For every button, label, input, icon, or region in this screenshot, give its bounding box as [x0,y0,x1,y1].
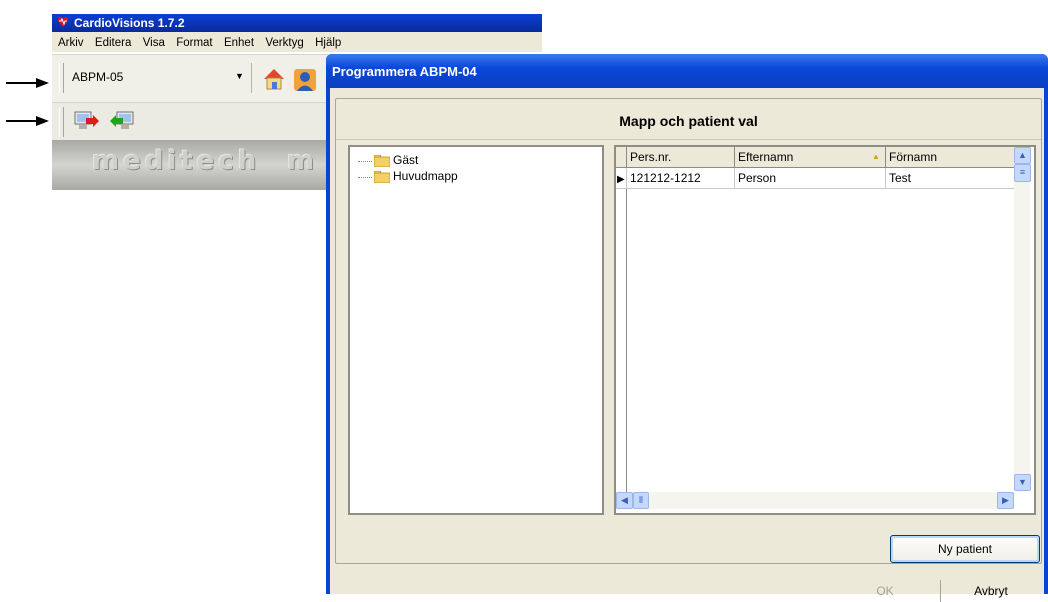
menu-arkiv[interactable]: Arkiv [52,32,88,54]
device-select-value: ABPM-05 [72,70,124,84]
meditech-logo-partial: m [287,146,319,176]
new-patient-button[interactable]: Ny patient [890,535,1040,563]
grid-corner [616,147,627,168]
scroll-up-icon[interactable]: ▲ [1014,147,1031,164]
heart-app-icon [57,17,69,27]
chevron-down-icon: ▼ [235,71,244,81]
folder-icon [374,155,390,167]
row-header [616,147,627,492]
column-header-efternamn[interactable]: Efternamn ▲ [735,147,886,168]
send-to-device-icon[interactable] [74,110,100,134]
column-header-fornamn[interactable]: Förnamn [886,147,1015,168]
cell-efternamn[interactable]: Person [735,168,886,189]
sort-ascending-icon: ▲ [872,152,880,161]
patient-grid: Pers.nr. Efternamn ▲ Förnamn ▶ 121212-12… [614,145,1036,515]
tree-item-label: Huvudmapp [393,169,458,183]
app-title: CardioVisions 1.7.2 [74,16,185,30]
receive-from-device-icon[interactable] [109,110,135,134]
cell-fornamn[interactable]: Test [886,168,1015,189]
menubar: Arkiv Editera Visa Format Enhet Verktyg … [52,32,542,52]
program-dialog: Programmera ABPM-04 Mapp och patient val… [326,54,1048,602]
row-indicator-icon: ▶ [616,168,627,189]
scroll-thumb[interactable]: ⦀ [633,492,649,509]
menu-editera[interactable]: Editera [91,32,135,54]
menu-format[interactable]: Format [172,32,216,54]
meditech-logo: meditech [92,146,261,176]
dialog-body: Mapp och patient val Gäst Huvudmapp Pers… [330,88,1044,602]
folder-icon [374,171,390,183]
arrow-right-icon [6,116,49,126]
cancel-button[interactable]: Avbryt [940,580,1041,602]
menu-visa[interactable]: Visa [139,32,169,54]
folder-tree[interactable]: Gäst Huvudmapp [348,145,604,515]
cell-pers-nr[interactable]: 121212-1212 [627,168,735,189]
toolbar-separator [251,63,252,93]
toolbar-grip[interactable] [59,107,64,137]
vertical-scrollbar[interactable]: ▲ ≡ ▼ [1014,147,1031,491]
patient-icon[interactable] [292,67,318,93]
tree-item-label: Gäst [393,153,419,167]
panel-heading: Mapp och patient val [336,99,1041,140]
dialog-button-bar: OK Avbryt [330,564,1044,602]
menu-verktyg[interactable]: Verktyg [261,32,307,54]
dialog-titlebar[interactable]: Programmera ABPM-04 [326,54,1048,88]
scroll-down-icon[interactable]: ▼ [1014,474,1031,491]
column-header-pers-nr[interactable]: Pers.nr. [627,147,735,168]
arrow-right-icon [6,78,49,88]
ok-button[interactable]: OK [840,580,930,602]
device-select[interactable]: ABPM-05 ▼ [66,62,246,92]
scroll-thumb[interactable]: ≡ [1014,164,1031,182]
scroll-left-icon[interactable]: ◀ [616,492,633,509]
folder-patient-panel: Mapp och patient val Gäst Huvudmapp Pers… [335,98,1042,564]
main-titlebar: CardioVisions 1.7.2 [52,14,542,32]
menu-enhet[interactable]: Enhet [220,32,258,54]
dialog-title: Programmera ABPM-04 [332,64,477,79]
home-icon[interactable] [261,66,287,92]
horizontal-scrollbar[interactable]: ◀ ⦀ ▶ [616,492,1014,509]
menu-hjalp[interactable]: Hjälp [311,32,345,54]
scroll-right-icon[interactable]: ▶ [997,492,1014,509]
toolbar-grip[interactable] [59,63,64,93]
